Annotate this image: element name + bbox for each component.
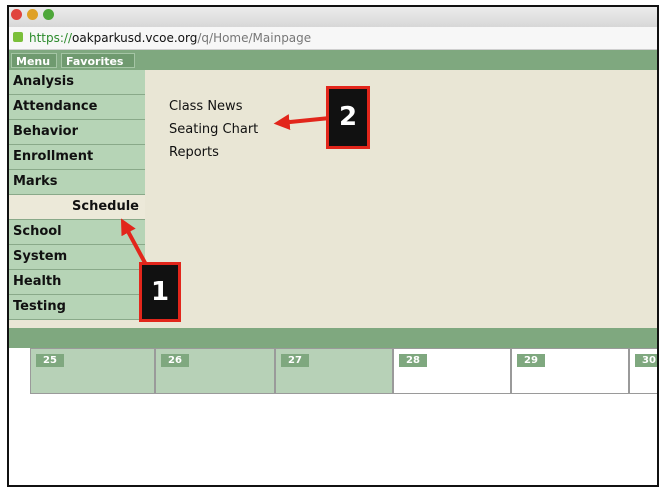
calendar-day-cell[interactable]: 27 (275, 348, 393, 394)
browser-window: https://oakparkusd.vcoe.org/q/Home/Mainp… (7, 5, 659, 487)
calendar-day-cell[interactable]: 29 (511, 348, 629, 394)
lock-icon (13, 32, 23, 42)
sidebar-item-schedule[interactable]: Schedule (9, 195, 145, 220)
sidebar-item-system[interactable]: System (9, 245, 145, 270)
calendar-week: 25 26 27 28 29 30 (30, 348, 657, 394)
calendar-day-number: 30 (635, 354, 657, 367)
sidebar-item-marks[interactable]: Marks (9, 170, 145, 195)
window-titlebar (9, 7, 657, 27)
sidebar-item-behavior[interactable]: Behavior (9, 120, 145, 145)
url-text: https://oakparkusd.vcoe.org/q/Home/Mainp… (29, 27, 311, 49)
minimize-window-icon[interactable] (27, 9, 38, 20)
sidebar-item-testing[interactable]: Testing (9, 295, 145, 320)
sidebar-item-school[interactable]: School (9, 220, 145, 245)
menu-tab[interactable]: Menu (11, 53, 57, 68)
url-host: oakparkusd.vcoe.org (72, 31, 198, 45)
zoom-window-icon[interactable] (43, 9, 54, 20)
address-bar[interactable]: https://oakparkusd.vcoe.org/q/Home/Mainp… (9, 27, 657, 50)
url-scheme: https:// (29, 31, 73, 45)
schedule-submenu: Class News Seating Chart Reports (169, 95, 258, 164)
calendar-day-cell[interactable]: 26 (155, 348, 275, 394)
favorites-tab[interactable]: Favorites (61, 53, 135, 68)
close-window-icon[interactable] (11, 9, 22, 20)
url-path: /q/Home/Mainpage (197, 31, 312, 45)
submenu-item-class-news[interactable]: Class News (169, 95, 258, 118)
calendar-header-bar (9, 328, 657, 348)
calendar-day-cell[interactable]: 30 (629, 348, 657, 394)
callout-badge-1: 1 (139, 262, 181, 322)
sidebar-item-analysis[interactable]: Analysis (9, 70, 145, 95)
sidebar-item-attendance[interactable]: Attendance (9, 95, 145, 120)
calendar-day-cell[interactable]: 28 (393, 348, 511, 394)
sidebar-menu: Analysis Attendance Behavior Enrollment … (9, 70, 145, 320)
sidebar-item-enrollment[interactable]: Enrollment (9, 145, 145, 170)
callout-badge-2: 2 (326, 86, 370, 149)
calendar-day-number: 26 (161, 354, 189, 367)
calendar-day-number: 29 (517, 354, 545, 367)
calendar-day-number: 25 (36, 354, 64, 367)
top-nav-bar: Menu Favorites (9, 50, 657, 70)
calendar-day-cell[interactable]: 25 (30, 348, 155, 394)
calendar-day-number: 28 (399, 354, 427, 367)
calendar-day-number: 27 (281, 354, 309, 367)
submenu-item-reports[interactable]: Reports (169, 141, 258, 164)
submenu-item-seating-chart[interactable]: Seating Chart (169, 118, 258, 141)
sidebar-item-health[interactable]: Health (9, 270, 145, 295)
